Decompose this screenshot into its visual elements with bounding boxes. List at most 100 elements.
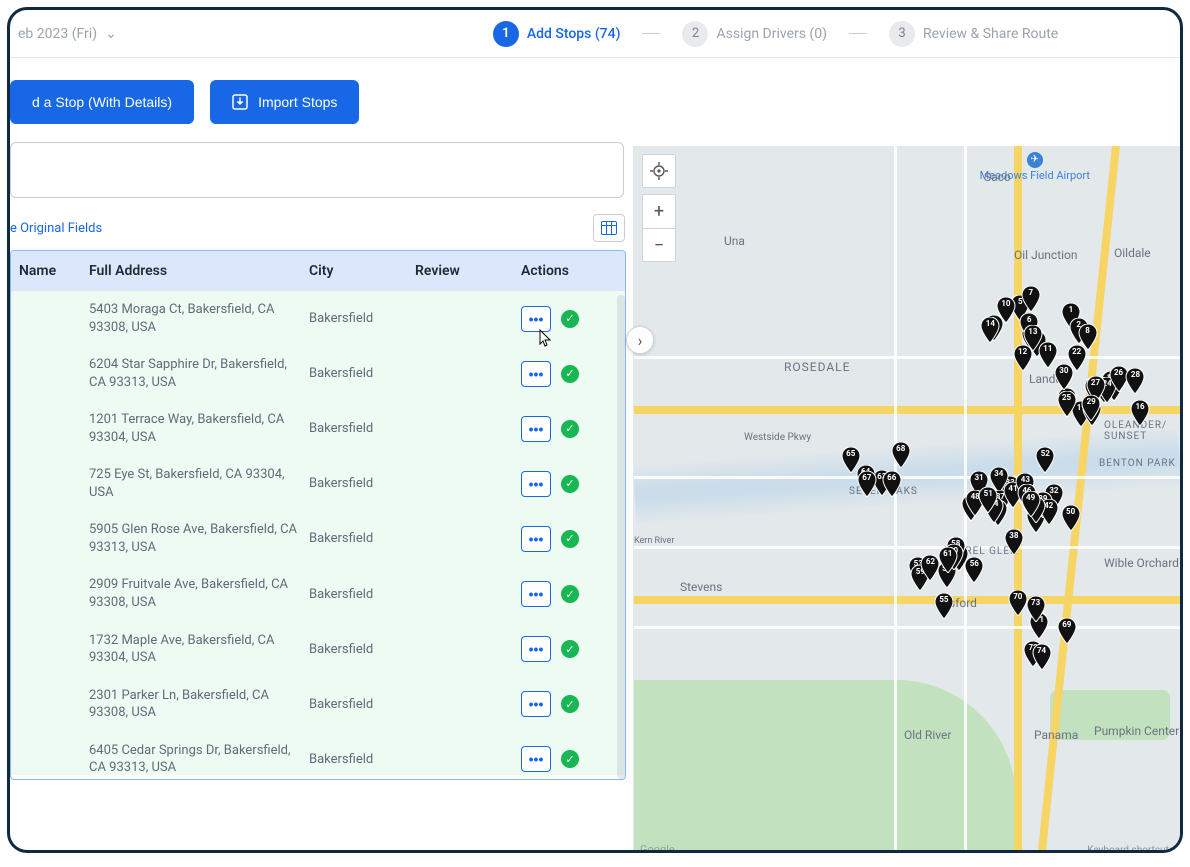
check-icon: ✓ <box>565 422 574 435</box>
step-number: 2 <box>682 21 708 47</box>
import-stops-button[interactable]: Import Stops <box>210 80 359 124</box>
map-pin[interactable]: 47 <box>1026 497 1046 523</box>
cell-address: 1732 Maple Ave, Bakersfield, CA 93304, U… <box>89 632 309 667</box>
row-actions-button[interactable]: ••• <box>521 636 551 662</box>
table-row[interactable]: 6405 Cedar Springs Dr, Bakersfield, CA 9… <box>11 732 625 775</box>
chevron-right-icon: › <box>638 331 643 350</box>
row-actions-button[interactable]: ••• <box>521 361 551 387</box>
step-1[interactable]: 1 Add Stops (74) <box>493 21 621 47</box>
check-icon: ✓ <box>565 312 574 325</box>
row-actions-button[interactable]: ••• <box>521 306 551 332</box>
cell-actions: ••• ✓ <box>521 471 625 497</box>
table-row[interactable]: 5905 Glen Rose Ave, Bakersfield, CA 9331… <box>11 511 625 566</box>
map-attribution: Google <box>640 843 675 853</box>
map-label-una: Una <box>724 234 745 248</box>
map-panel[interactable]: ✈ Meadows Field Airport SacoUnaOil Junct… <box>634 146 1180 853</box>
col-city[interactable]: City <box>309 263 415 279</box>
map-pin[interactable]: 26 <box>1109 366 1129 392</box>
map-pin[interactable]: 20 <box>1094 377 1114 403</box>
map-pin[interactable]: 4 <box>1021 325 1041 351</box>
col-address[interactable]: Full Address <box>89 263 309 279</box>
map-pin[interactable]: 7 <box>1021 286 1041 312</box>
map-pin[interactable]: 24 <box>1097 377 1117 403</box>
map[interactable]: ✈ Meadows Field Airport SacoUnaOil Junct… <box>634 146 1180 853</box>
table-row[interactable]: 1201 Terrace Way, Bakersfield, CA 93304,… <box>11 401 625 456</box>
map-pin[interactable]: 14 <box>980 317 1000 343</box>
map-pin[interactable]: 9 <box>1027 331 1047 357</box>
map-pin[interactable]: 10 <box>996 297 1016 323</box>
table-row[interactable]: 2909 Fruitvale Ave, Bakersfield, CA 9330… <box>11 566 625 621</box>
pin-number: 1 <box>1061 305 1081 314</box>
col-actions[interactable]: Actions <box>521 263 626 279</box>
map-pin[interactable]: 11 <box>1038 342 1058 368</box>
check-icon: ✓ <box>565 753 574 766</box>
map-shortcuts-link[interactable]: Keyboard shortcuts <box>1087 845 1174 853</box>
pin-number: 10 <box>996 299 1016 308</box>
map-pin[interactable]: 18 <box>1101 371 1121 397</box>
map-pin[interactable]: 3 <box>984 315 1004 341</box>
map-label-stevens: Stevens <box>680 580 722 594</box>
map-pin[interactable]: 13 <box>1023 325 1043 351</box>
scrollbar[interactable] <box>617 295 625 779</box>
pin-number: 3 <box>984 317 1004 326</box>
zoom-out-button[interactable]: − <box>642 228 676 262</box>
map-pin[interactable]: 28 <box>1125 368 1145 394</box>
cell-city: Bakersfield <box>309 587 415 602</box>
table-row[interactable]: 725 Eye St, Bakersfield, CA 93304, USA B… <box>11 456 625 511</box>
crosshair-icon <box>650 162 668 180</box>
map-pin[interactable]: 2 <box>1069 318 1089 344</box>
col-name[interactable]: Name <box>19 263 89 279</box>
pin-number: 56 <box>964 559 984 568</box>
map-pin[interactable]: 59 <box>910 565 930 591</box>
locate-button[interactable] <box>642 154 676 188</box>
cell-city: Bakersfield <box>309 311 415 326</box>
chevron-down-icon: ⌄ <box>105 26 117 42</box>
row-actions-button[interactable]: ••• <box>521 746 551 772</box>
table-row[interactable]: 6204 Star Sapphire Dr, Bakersfield, CA 9… <box>11 346 625 401</box>
cell-address: 5905 Glen Rose Ave, Bakersfield, CA 9331… <box>89 521 309 556</box>
row-actions-button[interactable]: ••• <box>521 581 551 607</box>
step-2[interactable]: 2 Assign Drivers (0) <box>682 21 826 47</box>
pin-number: 53 <box>908 559 928 568</box>
ellipsis-icon: ••• <box>529 641 544 657</box>
map-pin[interactable]: 1 <box>1061 303 1081 329</box>
date-picker[interactable]: eb 2023 (Fri) ⌄ <box>18 26 117 42</box>
original-fields-link[interactable]: e Original Fields <box>10 221 102 236</box>
map-pin[interactable]: 44 <box>984 497 1004 523</box>
map-pin[interactable]: 57 <box>937 562 957 588</box>
map-pin[interactable]: 62 <box>920 555 940 581</box>
map-pin[interactable]: 6 <box>1019 313 1039 339</box>
map-pin[interactable]: 56 <box>964 557 984 583</box>
collapse-panel-button[interactable]: › <box>626 326 654 354</box>
pin-number: 18 <box>1101 373 1121 382</box>
actions-row: d a Stop (With Details) Import Stops <box>10 58 1180 146</box>
import-stops-label: Import Stops <box>258 94 337 110</box>
pin-number: 47 <box>1026 499 1046 508</box>
search-input[interactable] <box>10 142 624 198</box>
row-actions-button[interactable]: ••• <box>521 691 551 717</box>
table-row[interactable]: 1732 Maple Ave, Bakersfield, CA 93304, U… <box>11 622 625 677</box>
step-3[interactable]: 3 Review & Share Route <box>889 21 1058 47</box>
row-actions-button[interactable]: ••• <box>521 526 551 552</box>
status-ok-badge: ✓ <box>561 310 579 328</box>
col-review[interactable]: Review <box>415 263 521 279</box>
map-pin[interactable]: 35 <box>1026 507 1046 533</box>
pin-number: 62 <box>920 557 940 566</box>
table-row[interactable]: 2301 Parker Ln, Bakersfield, CA 93308, U… <box>11 677 625 732</box>
row-actions-button[interactable]: ••• <box>521 416 551 442</box>
map-pin[interactable]: 42 <box>1039 499 1059 525</box>
map-pin[interactable]: 40 <box>988 500 1008 526</box>
pin-number: 72 <box>1023 643 1043 652</box>
check-icon: ✓ <box>565 532 574 545</box>
ellipsis-icon: ••• <box>529 751 544 767</box>
row-actions-button[interactable]: ••• <box>521 471 551 497</box>
map-pin[interactable]: 72 <box>1023 641 1043 667</box>
add-stop-button[interactable]: d a Stop (With Details) <box>10 80 194 124</box>
map-pin[interactable]: 21 <box>1104 375 1124 401</box>
columns-toggle-button[interactable] <box>593 214 625 242</box>
table-row[interactable]: 5403 Moraga Ct, Bakersfield, CA 93308, U… <box>11 291 625 346</box>
map-pin[interactable]: 53 <box>908 557 928 583</box>
stops-table: Name Full Address City Review Actions 54… <box>10 250 626 780</box>
map-pin[interactable]: 74 <box>1032 644 1052 670</box>
zoom-in-button[interactable]: + <box>642 194 676 228</box>
